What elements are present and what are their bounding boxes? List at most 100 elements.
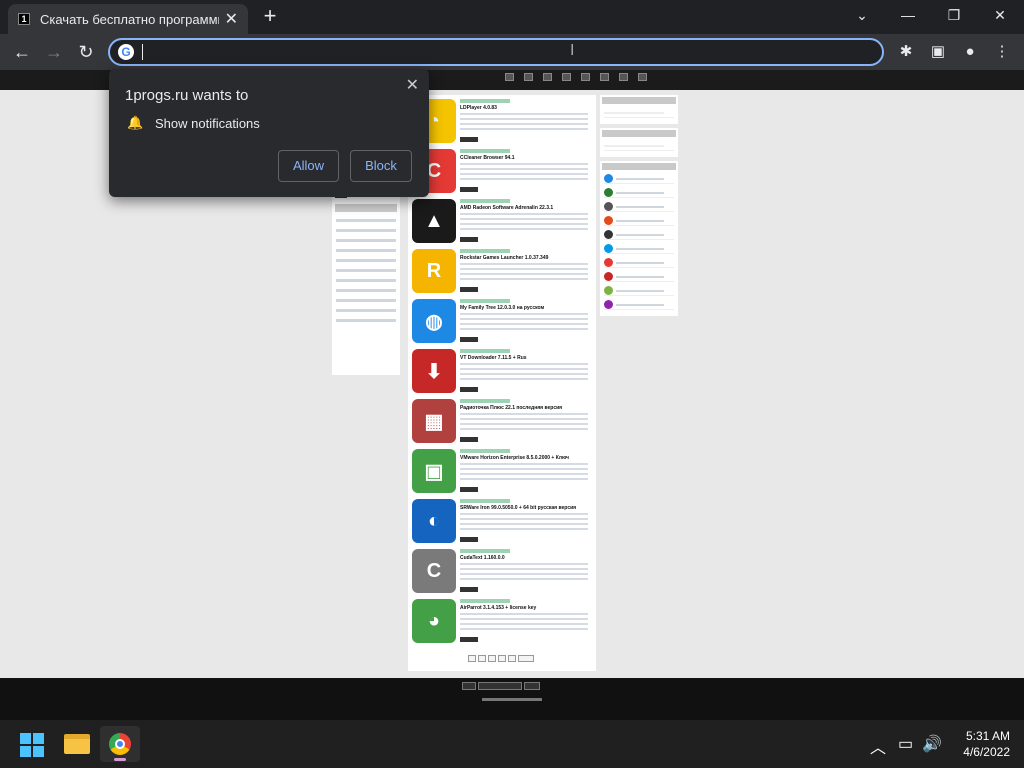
tray-chevron-icon[interactable]: ︿ bbox=[870, 734, 886, 758]
popular-item[interactable] bbox=[604, 286, 674, 296]
network-icon[interactable]: ▭ bbox=[898, 734, 913, 754]
block-button[interactable]: Block bbox=[350, 150, 412, 182]
site-nav-link[interactable] bbox=[562, 73, 571, 81]
site-nav-link[interactable] bbox=[543, 73, 552, 81]
menu-icon[interactable]: ⋮ bbox=[992, 42, 1012, 62]
address-bar[interactable]: G I bbox=[108, 38, 884, 66]
program-title[interactable]: LDPlayer 4.0.83 bbox=[460, 105, 497, 111]
prompt-close-icon[interactable]: ✕ bbox=[406, 75, 419, 95]
sidebar-link[interactable] bbox=[336, 299, 396, 302]
page-link[interactable] bbox=[518, 655, 534, 662]
popular-item[interactable] bbox=[604, 272, 674, 282]
side-panel-icon[interactable]: ▣ bbox=[928, 42, 948, 62]
popular-item[interactable] bbox=[604, 258, 674, 268]
program-title[interactable]: My Family Tree 12.0.3.0 на русском bbox=[460, 305, 544, 311]
browser-tab[interactable]: 1 Скачать бесплатно программы ✕ bbox=[8, 4, 248, 34]
program-icon[interactable]: R bbox=[412, 249, 456, 293]
sidebar-link[interactable] bbox=[336, 229, 396, 232]
page-link[interactable] bbox=[508, 655, 516, 662]
popular-item[interactable] bbox=[604, 188, 674, 198]
sidebar-link[interactable] bbox=[336, 309, 396, 312]
sidebar-link[interactable] bbox=[336, 249, 396, 252]
site-nav-link[interactable] bbox=[524, 73, 533, 81]
program-title[interactable]: Rockstar Games Launcher 1.0.37.349 bbox=[460, 255, 548, 261]
program-icon[interactable]: ⬇ bbox=[412, 349, 456, 393]
popular-item[interactable] bbox=[604, 174, 674, 184]
category-tag[interactable] bbox=[460, 99, 510, 103]
site-nav-link[interactable] bbox=[505, 73, 514, 81]
sidebar-link[interactable] bbox=[336, 279, 396, 282]
program-entry[interactable]: ◐ SRWare Iron 99.0.5050.0 + 64 bit русска… bbox=[412, 499, 592, 549]
program-icon[interactable]: ▣ bbox=[412, 449, 456, 493]
chrome-taskbar-button[interactable] bbox=[100, 726, 140, 762]
clock[interactable]: 5:31 AM 4/6/2022 bbox=[950, 728, 1010, 760]
site-search-icon[interactable] bbox=[619, 73, 628, 81]
category-tag[interactable] bbox=[460, 499, 510, 503]
program-entry[interactable]: C CCleaner Browser 94.1 bbox=[412, 149, 592, 199]
tab-search-icon[interactable]: ⌄ bbox=[842, 4, 882, 26]
site-menu-icon[interactable] bbox=[638, 73, 647, 81]
sidebar-link[interactable] bbox=[336, 219, 396, 222]
sidebar-link[interactable] bbox=[336, 269, 396, 272]
minimize-button[interactable]: — bbox=[888, 4, 928, 26]
footer-link[interactable] bbox=[462, 682, 476, 690]
program-title[interactable]: SRWare Iron 99.0.5050.0 + 64 bit русская… bbox=[460, 505, 576, 511]
program-icon[interactable]: ◍ bbox=[412, 299, 456, 343]
program-entry[interactable]: R Rockstar Games Launcher 1.0.37.349 bbox=[412, 249, 592, 299]
volume-icon[interactable]: 🔊 bbox=[922, 734, 942, 754]
program-entry[interactable]: ▣ VMware Horizon Enterprise 8.5.0.2000 + … bbox=[412, 449, 592, 499]
popular-item[interactable] bbox=[604, 230, 674, 240]
popular-item[interactable] bbox=[604, 300, 674, 310]
program-icon[interactable]: ▲ bbox=[412, 199, 456, 243]
program-entry[interactable]: ▲ AMD Radeon Software Adrenalin 22.3.1 bbox=[412, 199, 592, 249]
start-icon[interactable] bbox=[20, 733, 44, 757]
page-link[interactable] bbox=[468, 655, 476, 662]
program-entry[interactable]: ◕ AirParrot 3.1.4.153 + license key bbox=[412, 599, 592, 649]
popular-item[interactable] bbox=[604, 244, 674, 254]
program-entry[interactable]: ⬇ VT Downloader 7.11.5 + Rus bbox=[412, 349, 592, 399]
close-window-button[interactable]: ✕ bbox=[980, 4, 1020, 26]
site-nav-link[interactable] bbox=[581, 73, 590, 81]
program-title[interactable]: CudaText 1.160.0.0 bbox=[460, 555, 505, 561]
category-tag[interactable] bbox=[460, 199, 510, 203]
more-button[interactable] bbox=[460, 587, 478, 592]
program-entry[interactable]: ◔ LDPlayer 4.0.83 bbox=[412, 99, 592, 149]
more-button[interactable] bbox=[460, 137, 478, 142]
category-tag[interactable] bbox=[460, 449, 510, 453]
page-link[interactable] bbox=[488, 655, 496, 662]
program-icon[interactable]: ◐ bbox=[412, 499, 456, 543]
popular-item[interactable] bbox=[604, 216, 674, 226]
allow-button[interactable]: Allow bbox=[278, 150, 339, 182]
program-icon[interactable]: ▦ bbox=[412, 399, 456, 443]
file-explorer-icon[interactable] bbox=[64, 734, 90, 754]
more-button[interactable] bbox=[460, 237, 478, 242]
sidebar-link[interactable] bbox=[336, 319, 396, 322]
category-tag[interactable] bbox=[460, 249, 510, 253]
program-entry[interactable]: ▦ Радиоточка Плюс 22.1 последняя версия bbox=[412, 399, 592, 449]
profile-icon[interactable]: ● bbox=[960, 42, 980, 62]
program-entry[interactable]: C CudaText 1.160.0.0 bbox=[412, 549, 592, 599]
extensions-icon[interactable]: ✱ bbox=[896, 42, 916, 62]
category-select[interactable] bbox=[604, 141, 674, 151]
tab-close-icon[interactable]: ✕ bbox=[225, 9, 238, 29]
more-button[interactable] bbox=[460, 337, 478, 342]
sidebar-link[interactable] bbox=[336, 259, 396, 262]
category-tag[interactable] bbox=[460, 549, 510, 553]
more-button[interactable] bbox=[460, 637, 478, 642]
more-button[interactable] bbox=[460, 487, 478, 492]
search-input[interactable] bbox=[604, 108, 674, 118]
category-tag[interactable] bbox=[460, 299, 510, 303]
program-title[interactable]: AMD Radeon Software Adrenalin 22.3.1 bbox=[460, 205, 553, 211]
footer-link[interactable] bbox=[524, 682, 540, 690]
category-tag[interactable] bbox=[460, 599, 510, 603]
more-button[interactable] bbox=[460, 287, 478, 292]
category-tag[interactable] bbox=[460, 149, 510, 153]
more-button[interactable] bbox=[460, 437, 478, 442]
footer-link[interactable] bbox=[478, 682, 522, 690]
reload-button[interactable]: ↻ bbox=[74, 40, 98, 64]
more-button[interactable] bbox=[460, 387, 478, 392]
restore-button[interactable]: ❐ bbox=[934, 4, 974, 26]
more-button[interactable] bbox=[460, 187, 478, 192]
category-tag[interactable] bbox=[460, 399, 510, 403]
program-title[interactable]: AirParrot 3.1.4.153 + license key bbox=[460, 605, 536, 611]
